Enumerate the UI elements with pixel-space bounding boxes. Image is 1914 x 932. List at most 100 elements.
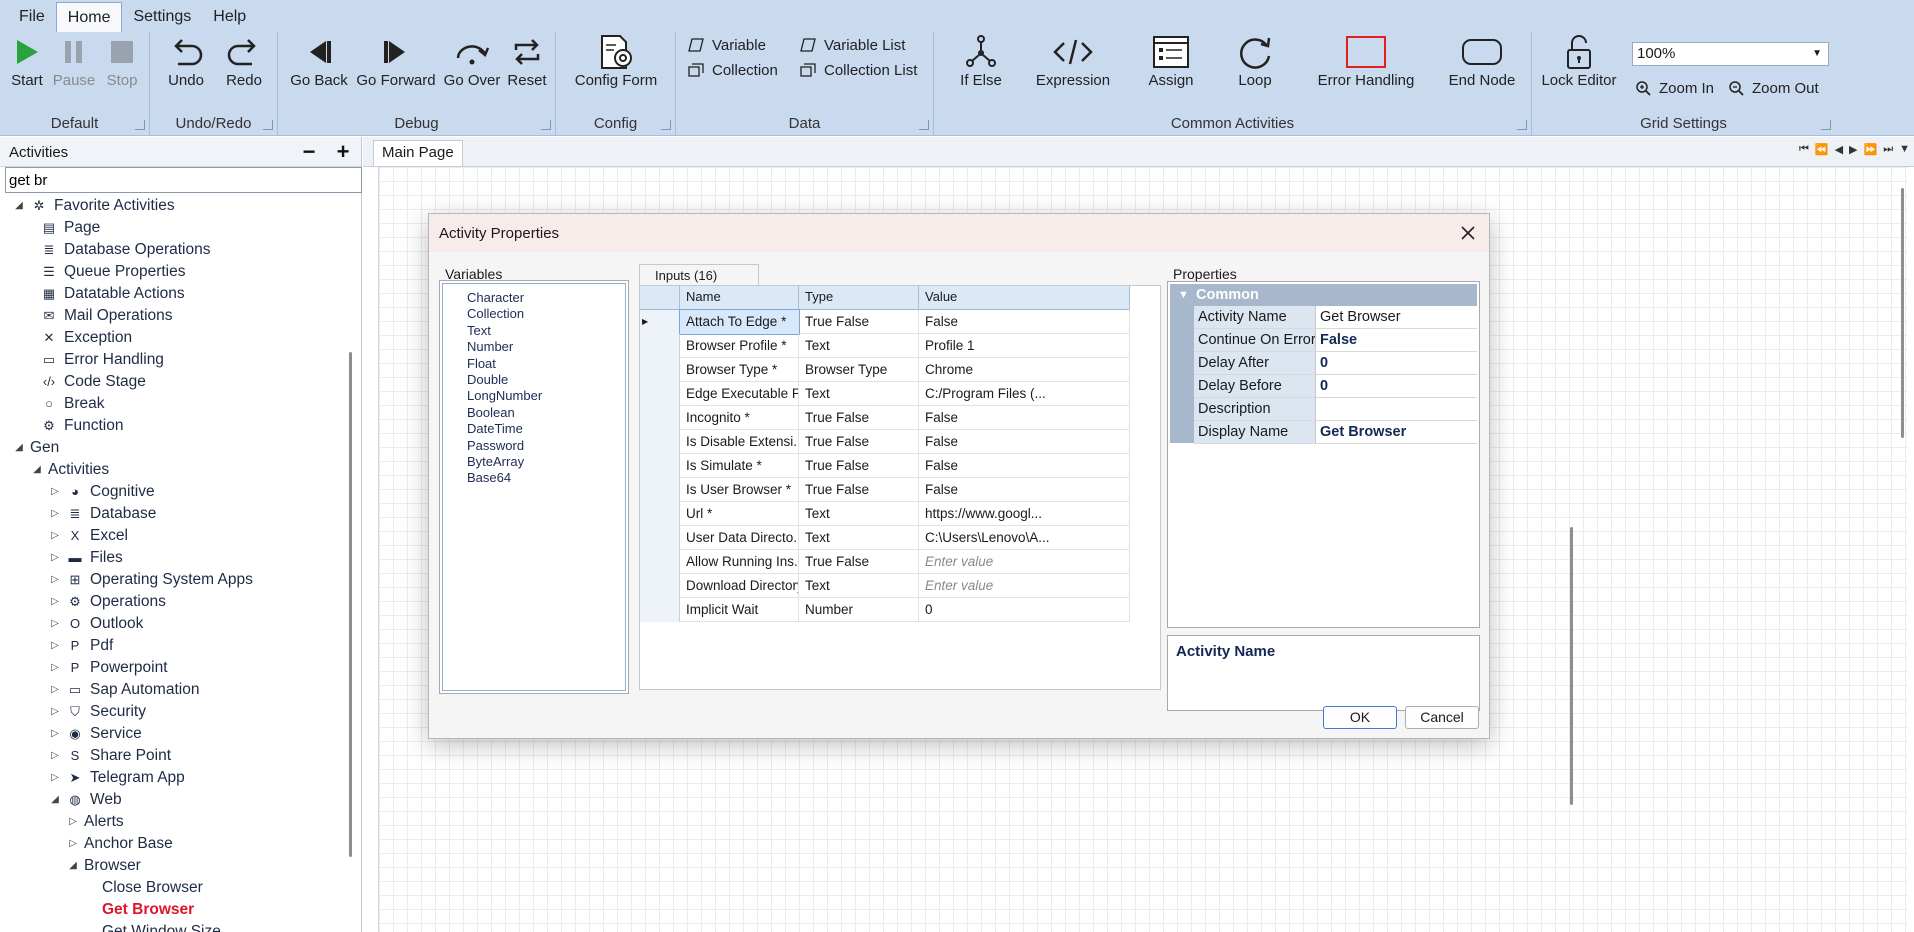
expand-arrow-icon[interactable]: ▷ <box>48 745 62 767</box>
tree-node[interactable]: ▷ ➤ Telegram App <box>48 767 185 789</box>
grid-launcher-icon[interactable] <box>1821 120 1831 130</box>
property-value[interactable]: False <box>1317 329 1477 351</box>
expand-arrow-icon[interactable]: ▷ <box>66 811 80 833</box>
input-row[interactable]: Is Simulate * True False False <box>640 454 1130 478</box>
tree-node[interactable]: Get Window Size <box>102 921 221 932</box>
variable-type-item[interactable]: Password <box>467 438 524 453</box>
expand-arrow-icon[interactable]: ▷ <box>48 657 62 679</box>
variable-type-item[interactable]: Double <box>467 372 508 387</box>
column-header[interactable]: Value <box>919 286 1130 310</box>
expand-all-button[interactable]: + <box>326 138 360 166</box>
row-header[interactable]: ▶ <box>640 310 680 334</box>
row-header[interactable] <box>640 574 680 598</box>
first-tab-icon[interactable]: ⏮ <box>1799 143 1809 156</box>
input-value-cell[interactable]: False <box>919 406 1130 430</box>
data-launcher-icon[interactable] <box>919 120 929 130</box>
expand-arrow-icon[interactable]: ▷ <box>48 635 62 657</box>
input-value-cell[interactable]: C:\Users\Lenovo\A... <box>919 526 1130 550</box>
row-header[interactable] <box>640 502 680 526</box>
input-row[interactable]: Download Directory Text Enter value <box>640 574 1130 598</box>
tree-node[interactable]: ◢ ✲ Favorite Activities <box>12 195 174 217</box>
zoom-out-button[interactable]: Zoom Out <box>1728 77 1819 99</box>
tree-node[interactable]: Close Browser <box>102 877 203 899</box>
expand-arrow-icon[interactable]: ▷ <box>48 591 62 613</box>
input-value-cell[interactable]: False <box>919 430 1130 454</box>
row-header[interactable] <box>640 550 680 574</box>
variable-type-item[interactable]: Text <box>467 323 491 338</box>
lock-editor-button[interactable]: Lock Editor <box>1536 32 1622 94</box>
variable-type-item[interactable]: Character <box>467 290 524 305</box>
tree-node[interactable]: ◢ Browser <box>66 855 141 877</box>
undo-button[interactable]: Undo <box>164 32 208 94</box>
tree-node[interactable]: ◢ Gen <box>12 437 59 459</box>
expand-arrow-icon[interactable]: ▷ <box>48 679 62 701</box>
input-row[interactable]: User Data Directo... Text C:\Users\Lenovo\… <box>640 526 1130 550</box>
row-header[interactable] <box>640 382 680 406</box>
tree-node[interactable]: ▷ Alerts <box>66 811 123 833</box>
expand-arrow-icon[interactable]: ▷ <box>48 723 62 745</box>
tree-node[interactable]: ▷ ⚙ Operations <box>48 591 166 613</box>
variable-type-item[interactable]: LongNumber <box>467 388 542 403</box>
variable-type-item[interactable]: ByteArray <box>467 454 524 469</box>
tree-node[interactable]: ▷ ≣ Database <box>48 503 156 525</box>
zoom-select[interactable]: 100% ▼ <box>1632 42 1829 66</box>
input-row[interactable]: Is Disable Extensi... True False False <box>640 430 1130 454</box>
tree-node[interactable]: ▷ ⛉ Security <box>48 701 146 723</box>
collapse-arrow-icon[interactable]: ◢ <box>48 789 62 811</box>
menu-settings[interactable]: Settings <box>122 2 202 32</box>
expand-arrow-icon[interactable]: ▷ <box>48 767 62 789</box>
start-button[interactable]: Start <box>8 32 46 94</box>
tab-menu-icon[interactable]: ▼ <box>1899 143 1910 156</box>
input-row[interactable]: Browser Type * Browser Type Chrome <box>640 358 1130 382</box>
column-header[interactable]: Name <box>680 286 799 310</box>
variable-type-item[interactable]: Number <box>467 339 513 354</box>
input-value-cell[interactable]: False <box>919 454 1130 478</box>
config-launcher-icon[interactable] <box>661 120 671 130</box>
row-header[interactable] <box>640 406 680 430</box>
tree-node[interactable]: ▷ Anchor Base <box>66 833 173 855</box>
property-row[interactable]: Display Name Get Browser <box>1194 421 1477 444</box>
tab-main-page[interactable]: Main Page <box>373 140 463 166</box>
tree-node[interactable]: ≣ Database Operations <box>40 239 211 261</box>
menu-file[interactable]: File <box>8 2 56 32</box>
input-value-cell[interactable]: Enter value <box>919 550 1130 574</box>
property-row[interactable]: Delay After 0 <box>1194 352 1477 375</box>
tree-node[interactable]: ▷ O Outlook <box>48 613 143 635</box>
prev-tab-icon[interactable]: ◀ <box>1835 143 1843 156</box>
input-row[interactable]: Is User Browser * True False False <box>640 478 1130 502</box>
property-value[interactable]: 0 <box>1317 375 1477 397</box>
input-row[interactable]: Incognito * True False False <box>640 406 1130 430</box>
variable-list-button[interactable]: Variable List <box>800 34 905 56</box>
if-else-button[interactable]: If Else <box>952 32 1010 94</box>
tree-node[interactable]: ▷ ▭ Sap Automation <box>48 679 199 701</box>
tree-node[interactable]: ▷ ⊞ Operating System Apps <box>48 569 253 591</box>
tree-node[interactable]: ▷ S Share Point <box>48 745 171 767</box>
expand-arrow-icon[interactable]: ▷ <box>48 503 62 525</box>
config-form-button[interactable]: Config Form <box>564 32 668 94</box>
category-common[interactable]: ▼ Common <box>1170 284 1477 306</box>
tree-node[interactable]: ▭ Error Handling <box>40 349 164 371</box>
property-value[interactable]: 0 <box>1317 352 1477 374</box>
property-row[interactable]: Continue On Error False <box>1194 329 1477 352</box>
activities-search-input[interactable] <box>5 167 362 193</box>
expand-arrow-icon[interactable]: ▷ <box>48 525 62 547</box>
expand-arrow-icon[interactable]: ▷ <box>48 569 62 591</box>
column-header[interactable]: Type <box>799 286 919 310</box>
collection-button[interactable]: Collection <box>688 59 778 81</box>
input-value-cell[interactable]: 0 <box>919 598 1130 622</box>
collapse-caret-icon[interactable]: ▼ <box>1178 284 1189 306</box>
redo-button[interactable]: Redo <box>222 32 266 94</box>
input-value-cell[interactable]: Profile 1 <box>919 334 1130 358</box>
collapse-arrow-icon[interactable]: ◢ <box>30 459 44 481</box>
tree-node[interactable]: ▷ P Pdf <box>48 635 113 657</box>
error-handling-button[interactable]: Error Handling <box>1312 32 1420 94</box>
default-launcher-icon[interactable] <box>135 120 145 130</box>
tree-node[interactable]: ▤ Page <box>40 217 100 239</box>
go-back-button[interactable]: Go Back <box>288 32 350 94</box>
input-value-cell[interactable]: False <box>919 310 1130 334</box>
undo-redo-launcher-icon[interactable] <box>263 120 273 130</box>
go-over-button[interactable]: Go Over <box>442 32 502 94</box>
next-fast-icon[interactable]: ⏩ <box>1864 143 1878 156</box>
tree-node[interactable]: ◢ ◍ Web <box>48 789 121 811</box>
property-row[interactable]: Description <box>1194 398 1477 421</box>
